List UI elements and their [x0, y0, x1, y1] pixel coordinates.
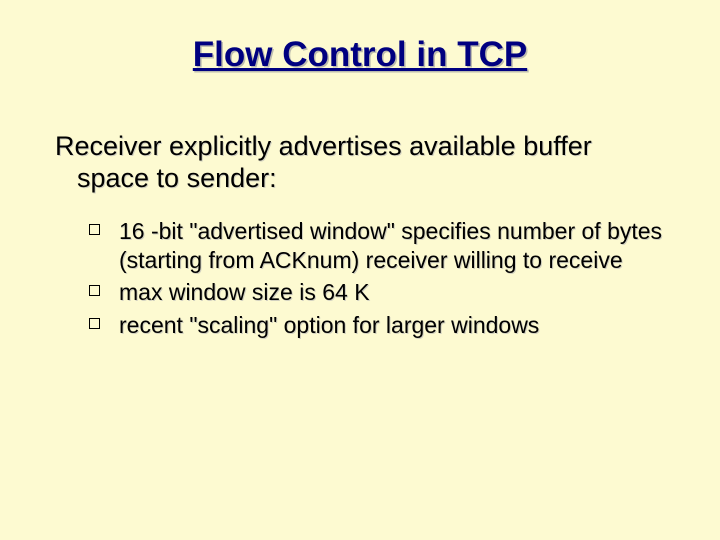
lead-line-1: Receiver explicitly advertises available…	[55, 131, 592, 161]
list-item: 16 -bit "advertised window" specifies nu…	[89, 217, 665, 275]
list-item: max window size is 64 K	[89, 278, 665, 307]
slide: Flow Control in TCP Receiver explicitly …	[0, 0, 720, 540]
slide-title: Flow Control in TCP	[55, 35, 665, 75]
lead-line-2: space to sender:	[55, 162, 665, 194]
bullet-list: 16 -bit "advertised window" specifies nu…	[55, 217, 665, 340]
lead-text: Receiver explicitly advertises available…	[55, 130, 665, 195]
list-item: recent "scaling" option for larger windo…	[89, 311, 665, 340]
